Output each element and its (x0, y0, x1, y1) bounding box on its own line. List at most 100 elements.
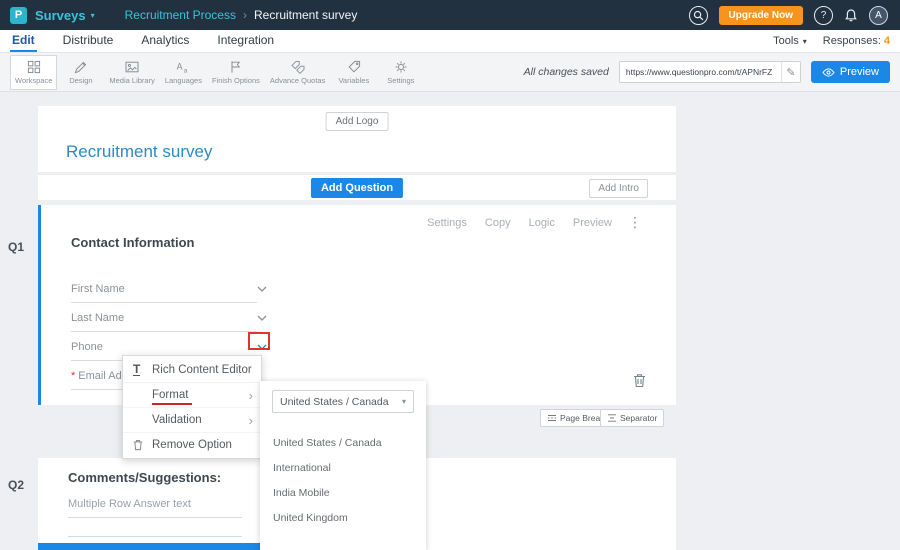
upgrade-now-button[interactable]: Upgrade Now (719, 6, 803, 25)
tab-integration[interactable]: Integration (215, 30, 276, 52)
toolbar-label: Advance Quotas (270, 76, 325, 85)
editor-toolbar: Workspace Design Media Library Aa Langua… (0, 53, 900, 92)
delete-question-button[interactable] (633, 373, 646, 388)
chevron-down-icon (257, 286, 267, 292)
svg-text:a: a (184, 68, 188, 75)
toolbar-label: Variables (338, 76, 369, 85)
navbar-right: Tools ▾ Responses:4 (773, 30, 890, 52)
product-menu[interactable]: Surveys ▾ (35, 8, 95, 23)
format-options-list: United States / Canada International Ind… (260, 431, 426, 531)
tools-menu[interactable]: Tools ▾ (773, 35, 807, 47)
add-logo-button[interactable]: Add Logo (326, 112, 389, 131)
avatar[interactable]: A (869, 6, 888, 25)
svg-text:A: A (177, 61, 183, 71)
toolbar-item-design[interactable]: Design (57, 55, 104, 90)
phone-format-select[interactable]: United States / Canada ▾ (272, 390, 414, 413)
tab-bar: Edit Distribute Analytics Integration (10, 30, 276, 52)
workspace-icon (26, 59, 42, 75)
separator-label: Separator (620, 413, 657, 423)
toolbar-item-workspace[interactable]: Workspace (10, 55, 57, 90)
tab-edit[interactable]: Edit (10, 30, 37, 52)
edit-url-button[interactable]: ✎ (781, 62, 800, 82)
menu-item-validation[interactable]: Validation › (123, 407, 261, 432)
more-options-button[interactable]: ⋮ (628, 214, 642, 231)
responses-count: 4 (884, 35, 890, 47)
toolbar-label: Finish Options (212, 76, 260, 85)
search-icon (693, 10, 704, 21)
breadcrumb-parent[interactable]: Recruitment Process (125, 8, 236, 22)
separator-icon (607, 413, 617, 423)
toolbar-item-finish-options[interactable]: Finish Options (207, 55, 265, 90)
format-option-us-canada[interactable]: United States / Canada (260, 431, 426, 456)
notifications-button[interactable] (844, 8, 858, 22)
field-row-last-name: Last Name (71, 306, 271, 335)
toolbar-right: All changes saved ✎ Preview (524, 61, 890, 83)
brand-logo[interactable]: P (10, 7, 27, 24)
question-logic-button[interactable]: Logic (529, 217, 555, 229)
question-settings-button[interactable]: Settings (427, 217, 467, 229)
tools-label: Tools (773, 35, 799, 47)
field-options-dropdown[interactable] (255, 282, 269, 296)
design-icon (73, 59, 89, 75)
toolbar-label: Media Library (109, 76, 154, 85)
toolbar-item-advance-quotas[interactable]: Advance Quotas (265, 55, 330, 90)
eye-icon (822, 68, 835, 77)
answer-line (68, 536, 242, 537)
format-submenu: United States / Canada ▾ United States /… (260, 381, 426, 550)
format-option-india-mobile[interactable]: India Mobile (260, 481, 426, 506)
menu-item-label: Format (152, 389, 188, 401)
add-question-button[interactable]: Add Question (311, 178, 403, 198)
help-button[interactable]: ? (814, 6, 833, 25)
question-title[interactable]: Comments/Suggestions: (68, 470, 221, 485)
tab-distribute[interactable]: Distribute (61, 30, 116, 52)
save-status: All changes saved (524, 66, 609, 78)
survey-editor-canvas: Add Logo Recruitment survey Add Question… (0, 92, 900, 550)
survey-header-card: Add Logo Recruitment survey (38, 106, 676, 172)
question-preview-button[interactable]: Preview (573, 217, 612, 229)
responses-link[interactable]: Responses:4 (823, 35, 890, 47)
field-underline (71, 331, 257, 332)
navbar: Edit Distribute Analytics Integration To… (0, 30, 900, 53)
field-label[interactable]: First Name (71, 283, 125, 295)
pencil-icon: ✎ (786, 67, 795, 79)
page-break-label: Page Break (560, 413, 604, 423)
question-number-q2: Q2 (8, 478, 24, 492)
field-row-first-name: First Name (71, 277, 271, 306)
survey-url-wrap: ✎ (619, 61, 801, 83)
toolbar-item-settings[interactable]: Settings (377, 55, 424, 90)
tab-analytics[interactable]: Analytics (139, 30, 191, 52)
chevron-down-icon (257, 315, 267, 321)
selected-question-bar (38, 543, 260, 550)
separator-button[interactable]: Separator (600, 409, 664, 427)
trash-icon (133, 439, 152, 451)
field-label[interactable]: Phone (71, 341, 103, 353)
toolbar-label: Design (69, 76, 92, 85)
selected-format-value: United States / Canada (280, 396, 389, 408)
survey-title[interactable]: Recruitment survey (66, 142, 212, 162)
caret-down-icon: ▾ (402, 397, 406, 406)
toolbar-item-languages[interactable]: Aa Languages (160, 55, 207, 90)
format-option-united-kingdom[interactable]: United Kingdom (260, 506, 426, 531)
format-option-international[interactable]: International (260, 456, 426, 481)
preview-button[interactable]: Preview (811, 61, 890, 83)
menu-item-rich-content-editor[interactable]: T Rich Content Editor (123, 357, 261, 382)
survey-url-input[interactable] (619, 61, 801, 83)
field-options-dropdown[interactable] (255, 311, 269, 325)
field-label[interactable]: Last Name (71, 312, 124, 324)
menu-item-format[interactable]: Format › (123, 382, 261, 407)
media-library-icon (124, 59, 140, 75)
toolbar-item-variables[interactable]: Variables (330, 55, 377, 90)
menu-item-label: Rich Content Editor (152, 364, 252, 376)
multirow-answer-placeholder[interactable]: Multiple Row Answer text (68, 498, 242, 518)
search-button[interactable] (689, 6, 708, 25)
finish-options-icon (228, 59, 244, 75)
question-copy-button[interactable]: Copy (485, 217, 511, 229)
breadcrumb: Recruitment Process › Recruitment survey (125, 8, 358, 22)
caret-down-icon: ▾ (91, 11, 95, 20)
trash-icon (633, 373, 646, 388)
menu-item-remove-option[interactable]: Remove Option (123, 432, 261, 457)
toolbar-label: Languages (165, 76, 202, 85)
add-intro-button[interactable]: Add Intro (589, 179, 648, 198)
toolbar-item-media-library[interactable]: Media Library (104, 55, 159, 90)
question-title[interactable]: Contact Information (71, 235, 195, 250)
